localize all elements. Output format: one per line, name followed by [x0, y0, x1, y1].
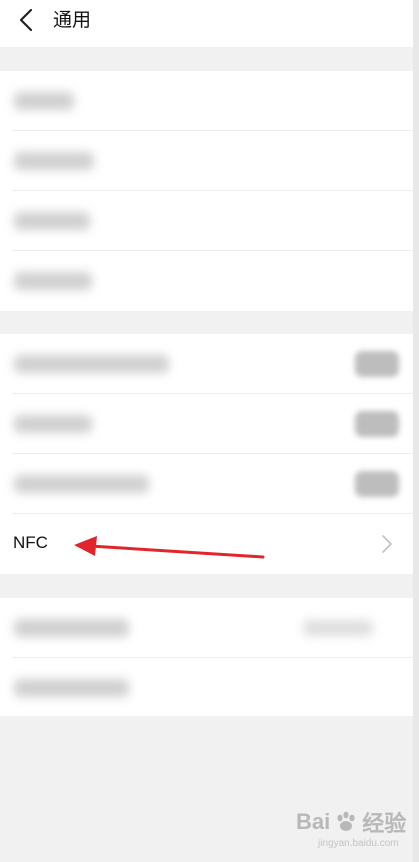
blurred-value [303, 620, 373, 636]
blurred-label [14, 272, 92, 290]
blurred-label [14, 355, 169, 373]
toggle-row-2[interactable] [0, 394, 413, 454]
edge-strip [413, 0, 419, 862]
settings-row-2[interactable] [0, 131, 413, 191]
toggle-switch[interactable] [355, 351, 399, 377]
top-nav-bar: 通用 [0, 0, 419, 47]
toggle-switch[interactable] [355, 471, 399, 497]
toggle-row-1[interactable] [0, 334, 413, 394]
watermark: Bai 经验 [296, 806, 406, 838]
settings-row-4[interactable] [0, 251, 413, 311]
nfc-label: NFC [13, 533, 48, 552]
blurred-label [14, 212, 90, 230]
settings-row-3[interactable] [0, 191, 413, 251]
back-button[interactable] [12, 6, 40, 34]
blurred-label [14, 679, 129, 697]
settings-row-6[interactable] [0, 658, 413, 718]
watermark-brand-end: 经验 [362, 811, 407, 836]
chevron-right-icon [382, 535, 392, 553]
watermark-brand: Bai [296, 809, 331, 834]
settings-group-2: NFC [0, 334, 413, 574]
blurred-label [14, 619, 129, 637]
blurred-label [14, 92, 74, 110]
settings-row-1[interactable] [0, 71, 413, 131]
watermark-url: jingyan.baidu.com [318, 838, 399, 849]
settings-row-5[interactable] [0, 598, 413, 658]
chevron-left-icon [19, 8, 33, 32]
blurred-label [14, 415, 92, 433]
blurred-label [14, 152, 94, 170]
paw-icon [337, 811, 355, 831]
toggle-switch[interactable] [355, 411, 399, 437]
nfc-row[interactable]: NFC [0, 514, 413, 574]
page-title: 通用 [53, 10, 92, 31]
blurred-label [14, 475, 149, 493]
settings-group-3 [0, 598, 413, 716]
toggle-row-3[interactable] [0, 454, 413, 514]
settings-group-1 [0, 71, 413, 311]
